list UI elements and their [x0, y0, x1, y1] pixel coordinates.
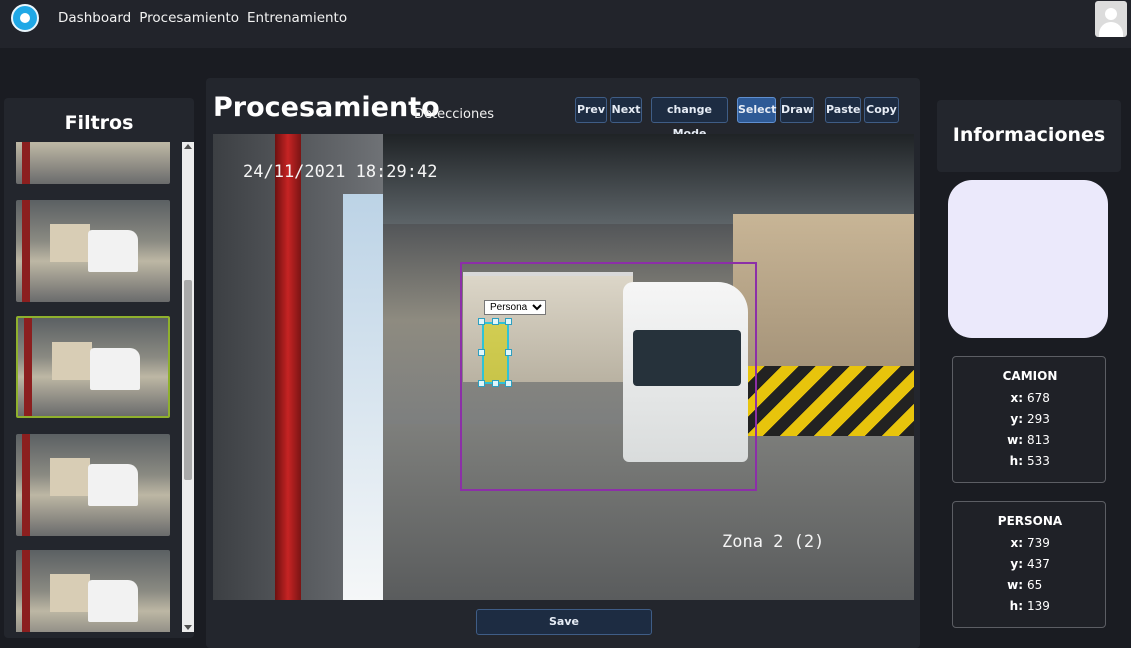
detection-name: PERSONA [997, 514, 1063, 528]
field-label-h: h: [1009, 599, 1023, 613]
field-value-w: 813 [1027, 433, 1050, 447]
paste-button[interactable]: Paste [825, 97, 861, 123]
resize-handle[interactable] [478, 349, 485, 356]
class-select[interactable]: Persona [484, 300, 546, 315]
nav-link-procesamiento[interactable]: Procesamiento [139, 10, 239, 26]
scene-hazard-stripes [748, 366, 914, 436]
thumbnail-load [50, 574, 90, 612]
page-title: Procesamiento [213, 92, 440, 123]
save-button[interactable]: Save [476, 609, 652, 635]
field-value-y: 293 [1027, 412, 1050, 426]
resize-handle[interactable] [478, 380, 485, 387]
resize-handle[interactable] [505, 380, 512, 387]
field-label-w: w: [1007, 578, 1023, 592]
resize-handle[interactable] [505, 349, 512, 356]
detection-name: CAMION [1002, 369, 1058, 383]
camera-zone-label: Zona 2 (2) [722, 532, 825, 552]
field-value-y: 437 [1027, 557, 1050, 571]
thumbnail-pillar [22, 142, 30, 184]
nav-links: Dashboard Procesamiento Entrenamiento [58, 10, 347, 26]
thumbnail-list [14, 142, 182, 632]
thumbnail-item-selected[interactable] [16, 316, 170, 418]
resize-handle[interactable] [492, 380, 499, 387]
thumbnail-item[interactable] [16, 200, 170, 302]
thumbnail-item[interactable] [16, 434, 170, 536]
scroll-up-arrow-icon[interactable] [184, 144, 192, 149]
thumbnail-truck [88, 464, 138, 506]
change-mode-button[interactable]: change Mode [651, 97, 728, 140]
thumbnail-item[interactable] [16, 550, 170, 632]
page-subtitle: Detecciones [414, 107, 494, 122]
thumbnail-load [52, 342, 92, 380]
thumbnail-truck [88, 230, 138, 272]
field-value-w: 65 [1027, 578, 1043, 592]
copy-button[interactable]: Copy [864, 97, 899, 123]
field-label-x: x: [1010, 536, 1023, 550]
scroll-thumb[interactable] [184, 280, 192, 480]
filters-panel: Filtros [4, 98, 194, 638]
thumbnail-load [50, 458, 90, 496]
prev-button[interactable]: Prev [575, 97, 607, 123]
scroll-down-arrow-icon[interactable] [184, 625, 192, 630]
thumbnail-truck [88, 580, 138, 622]
thumbnail-scrollbar[interactable] [182, 142, 194, 632]
thumbnail-item[interactable] [16, 142, 170, 184]
thumbnail-pillar [24, 318, 32, 416]
field-value-x: 739 [1027, 536, 1050, 550]
scene-ceiling [383, 134, 914, 224]
avatar-body [1099, 22, 1123, 37]
resize-handle[interactable] [492, 318, 499, 325]
image-canvas[interactable]: 24/11/2021 18:29:42 Zona 2 (2) Persona [213, 134, 914, 600]
resize-handle[interactable] [478, 318, 485, 325]
draw-button[interactable]: Draw [780, 97, 814, 123]
field-label-x: x: [1010, 391, 1023, 405]
thumbnail-load [50, 224, 90, 262]
nav-link-dashboard[interactable]: Dashboard [58, 10, 131, 26]
scene-pillar [275, 134, 301, 600]
field-label-w: w: [1007, 433, 1023, 447]
thumbnail-pillar [22, 200, 30, 302]
field-label-y: y: [1010, 412, 1023, 426]
field-value-h: 533 [1027, 454, 1050, 468]
resize-handle[interactable] [505, 318, 512, 325]
detection-card-persona[interactable]: PERSONA x: 739 y: 437 w: 65 h: 139 [952, 501, 1106, 628]
field-label-y: y: [1010, 557, 1023, 571]
field-value-x: 678 [1027, 391, 1050, 405]
thumbnail-truck [90, 348, 140, 390]
filters-title: Filtros [64, 112, 134, 134]
field-value-h: 139 [1027, 599, 1050, 613]
camera-timestamp: 24/11/2021 18:29:42 [243, 162, 438, 182]
user-avatar-icon[interactable] [1095, 1, 1127, 37]
nav-link-entrenamiento[interactable]: Entrenamiento [247, 10, 347, 26]
info-title: Informaciones [952, 124, 1106, 146]
next-button[interactable]: Next [610, 97, 642, 123]
info-header: Informaciones [937, 100, 1121, 172]
field-label-h: h: [1009, 454, 1023, 468]
thumbnail-pillar [22, 550, 30, 632]
avatar-head [1105, 8, 1117, 20]
app-logo-icon[interactable] [11, 4, 39, 32]
detection-preview [948, 180, 1108, 338]
processing-panel: Procesamiento Detecciones Prev Next chan… [206, 78, 920, 648]
scene-window [343, 194, 383, 600]
thumbnail-pillar [22, 434, 30, 536]
top-navbar: Dashboard Procesamiento Entrenamiento [0, 0, 1131, 48]
select-button[interactable]: Select [737, 97, 776, 123]
detection-card-camion[interactable]: CAMION x: 678 y: 293 w: 813 h: 533 [952, 356, 1106, 483]
